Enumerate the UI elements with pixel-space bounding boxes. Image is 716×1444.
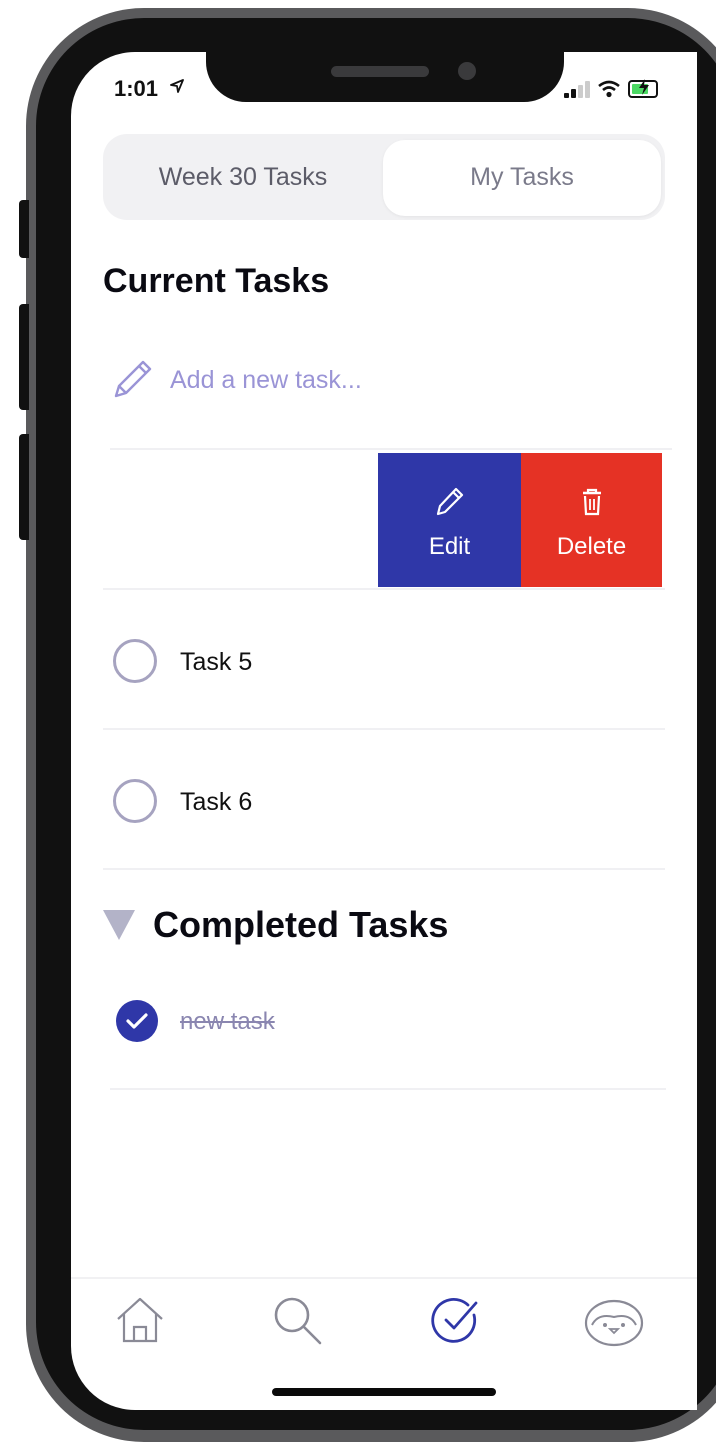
tab-home[interactable] [114,1295,166,1347]
pencil-icon [110,356,156,407]
pencil-icon [435,485,465,517]
volume-down-button [19,434,29,540]
tab-search[interactable] [272,1295,324,1347]
trash-icon [577,485,607,517]
screen [71,52,697,1410]
home-indicator[interactable] [272,1388,496,1396]
task-label: Task 6 [180,788,253,816]
check-circle-icon [430,1297,482,1351]
search-icon [272,1297,324,1351]
penguin-profile-icon [584,1299,644,1351]
checked-checkbox-icon[interactable] [116,1000,158,1042]
charging-bolt-icon [638,79,650,100]
volume-up-button [19,304,29,410]
task-checkbox[interactable] [113,779,157,823]
collapse-triangle-icon [103,910,135,940]
divider [110,448,672,450]
tab-tasks[interactable] [430,1295,482,1347]
delete-label: Delete [556,533,627,560]
divider [110,1088,666,1090]
cellular-signal-icon [564,80,594,98]
front-camera [458,62,476,80]
divider [103,588,665,590]
add-task-placeholder: Add a new task... [170,366,362,394]
status-time: 1:01 [114,76,159,101]
completed-tasks-heading: Completed Tasks [153,904,449,945]
segment-week-tasks[interactable]: Week 30 Tasks [103,163,383,192]
completed-task-row[interactable]: new task [116,1000,516,1044]
divider [103,728,665,730]
location-arrow-icon [170,79,184,98]
edit-label: Edit [428,533,471,560]
tab-profile[interactable] [584,1295,644,1347]
home-icon [114,1297,166,1351]
completed-task-label: new task [180,1008,275,1035]
tab-bar-border [71,1277,697,1279]
current-tasks-heading: Current Tasks [103,262,330,300]
divider [103,868,665,870]
task-row[interactable]: Task 6 [110,776,666,830]
task-row[interactable]: Task 5 [110,636,666,690]
speaker [331,66,429,77]
task-checkbox[interactable] [113,639,157,683]
wifi-icon [598,80,620,98]
battery-icon [628,79,658,100]
delete-button[interactable]: Delete [521,453,662,587]
add-task-input[interactable]: Add a new task... [110,356,630,404]
edit-button[interactable]: Edit [378,453,521,587]
mute-switch [19,200,29,258]
segment-my-tasks[interactable]: My Tasks [383,163,661,192]
task-label: Task 5 [180,648,253,676]
